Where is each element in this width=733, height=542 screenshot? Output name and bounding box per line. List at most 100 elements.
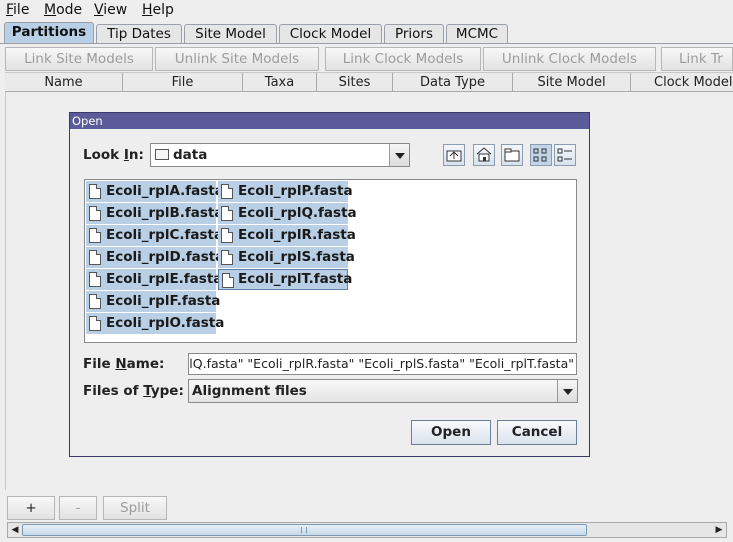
tab-underline [0,43,733,44]
column-data-type[interactable]: Data Type [393,73,513,92]
column-site-model[interactable]: Site Model [513,73,631,92]
file-item-rplA[interactable]: Ecoli_rplA.fasta [86,181,224,202]
file-label: Ecoli_rplA.fasta [106,183,224,199]
up-one-level-button[interactable] [443,144,465,166]
menu-file-mnemonic: F [6,2,14,18]
file-icon [221,228,233,243]
details-view-icon [557,148,572,162]
column-sites[interactable]: Sites [317,73,393,92]
file-icon [222,273,234,288]
menu-help-mnemonic: H [142,2,153,18]
files-of-type-label-post: ype: [150,383,184,399]
dialog-title[interactable]: Open [70,113,589,129]
look-in-label-post: n: [128,147,144,163]
file-item-rplQ[interactable]: Ecoli_rplQ.fasta [218,203,357,224]
tab-partitions[interactable]: Partitions [4,22,94,44]
column-clock-model[interactable]: Clock Model [631,73,733,92]
new-folder-button[interactable] [501,144,523,166]
tab-clock-model[interactable]: Clock Model [279,24,382,44]
menu-help[interactable]: Help [142,2,174,18]
file-label: Ecoli_rplE.fasta [106,271,223,287]
menu-mode[interactable]: Mode [44,2,82,18]
files-of-type-label-mnemonic: T [143,383,151,399]
menu-file[interactable]: File [6,2,29,18]
file-name-label-post: ame: [126,356,165,372]
menu-mode-label: ode [56,2,83,18]
scroll-right-icon[interactable]: ▶ [712,523,726,537]
horizontal-scrollbar[interactable]: ◀ ▶ [7,522,727,538]
file-icon [89,228,101,243]
partitions-table-header: Name File Taxa Sites Data Type Site Mode… [5,72,733,92]
open-button[interactable]: Open [411,420,491,445]
file-icon [89,206,101,221]
unlink-site-models-button[interactable]: Unlink Site Models [155,47,319,71]
files-of-type-value: Alignment files [192,383,307,399]
file-item-rplC[interactable]: Ecoli_rplC.fasta [86,225,223,246]
file-name-label: File Name: [83,356,164,372]
file-name-input[interactable]: plQ.fasta" "Ecoli_rplR.fasta" "Ecoli_rpl… [188,353,577,375]
look-in-combobox[interactable]: data [150,143,410,167]
files-of-type-label-pre: Files of [83,383,144,399]
scrollbar-thumb[interactable] [22,524,587,536]
file-item-rplE[interactable]: Ecoli_rplE.fasta [86,269,222,290]
split-button[interactable]: Split [103,496,167,520]
cancel-button[interactable]: Cancel [497,420,577,445]
file-name-label-pre: File [83,356,116,372]
chevron-down-icon[interactable] [557,380,577,402]
home-icon [476,147,492,162]
home-button[interactable] [473,144,495,166]
tab-tip-dates[interactable]: Tip Dates [96,24,182,44]
file-item-rplR[interactable]: Ecoli_rplR.fasta [218,225,356,246]
details-view-button[interactable] [554,144,576,166]
menu-mode-mnemonic: M [44,2,57,18]
file-list[interactable]: Ecoli_rplA.fasta Ecoli_rplB.fasta Ecoli_… [84,179,577,343]
file-item-rplS[interactable]: Ecoli_rplS.fasta [218,247,355,268]
tab-bar: Partitions Tip Dates Site Model Clock Mo… [0,22,733,44]
file-item-rplB[interactable]: Ecoli_rplB.fasta [86,203,223,224]
tab-mcmc[interactable]: MCMC [446,24,508,44]
file-icon [89,250,101,265]
file-item-rplD[interactable]: Ecoli_rplD.fasta [86,247,224,268]
file-icon [221,184,233,199]
file-icon [89,272,101,287]
list-view-icon [533,148,547,162]
scroll-left-icon[interactable]: ◀ [8,523,22,537]
file-icon [221,250,233,265]
unlink-clock-models-button[interactable]: Unlink Clock Models [483,47,656,71]
look-in-label: Look In: [83,147,144,163]
file-label: Ecoli_rplD.fasta [106,249,225,265]
file-label: Ecoli_rplR.fasta [238,227,356,243]
file-label: Ecoli_rplP.fasta [238,183,353,199]
files-of-type-combobox[interactable]: Alignment files [188,379,578,403]
add-partition-button[interactable]: + [7,496,55,520]
file-item-rplF[interactable]: Ecoli_rplF.fasta [86,291,220,312]
file-label: Ecoli_rplS.fasta [238,249,355,265]
file-name-label-mnemonic: N [115,356,127,372]
link-trees-button[interactable]: Link Tr [661,47,733,71]
tab-site-model[interactable]: Site Model [184,24,277,44]
file-icon [89,316,101,331]
column-taxa[interactable]: Taxa [243,73,317,92]
file-icon [221,206,233,221]
list-view-button[interactable] [530,144,552,166]
menu-file-label: ile [13,2,30,18]
column-file[interactable]: File [123,73,243,92]
file-icon [89,184,101,199]
link-clock-models-button[interactable]: Link Clock Models [325,47,481,71]
link-site-models-button[interactable]: Link Site Models [5,47,153,71]
column-name[interactable]: Name [5,73,123,92]
folder-icon [155,149,169,160]
file-label: Ecoli_rplC.fasta [106,227,224,243]
chevron-down-icon[interactable] [389,144,409,166]
file-item-rplO[interactable]: Ecoli_rplO.fasta [86,313,224,334]
file-item-rplT[interactable]: Ecoli_rplT.fasta [218,269,352,290]
file-item-rplP[interactable]: Ecoli_rplP.fasta [218,181,353,202]
file-name-value: plQ.fasta" "Ecoli_rplR.fasta" "Ecoli_rpl… [188,356,574,371]
tab-priors[interactable]: Priors [384,24,444,44]
file-label: Ecoli_rplQ.fasta [238,205,357,221]
thumb-grip-icon [301,527,307,533]
file-label: Ecoli_rplF.fasta [106,293,221,309]
menu-bar: File Mode View Help [0,0,733,22]
menu-view[interactable]: View [94,2,127,18]
remove-partition-button[interactable]: - [59,496,97,520]
